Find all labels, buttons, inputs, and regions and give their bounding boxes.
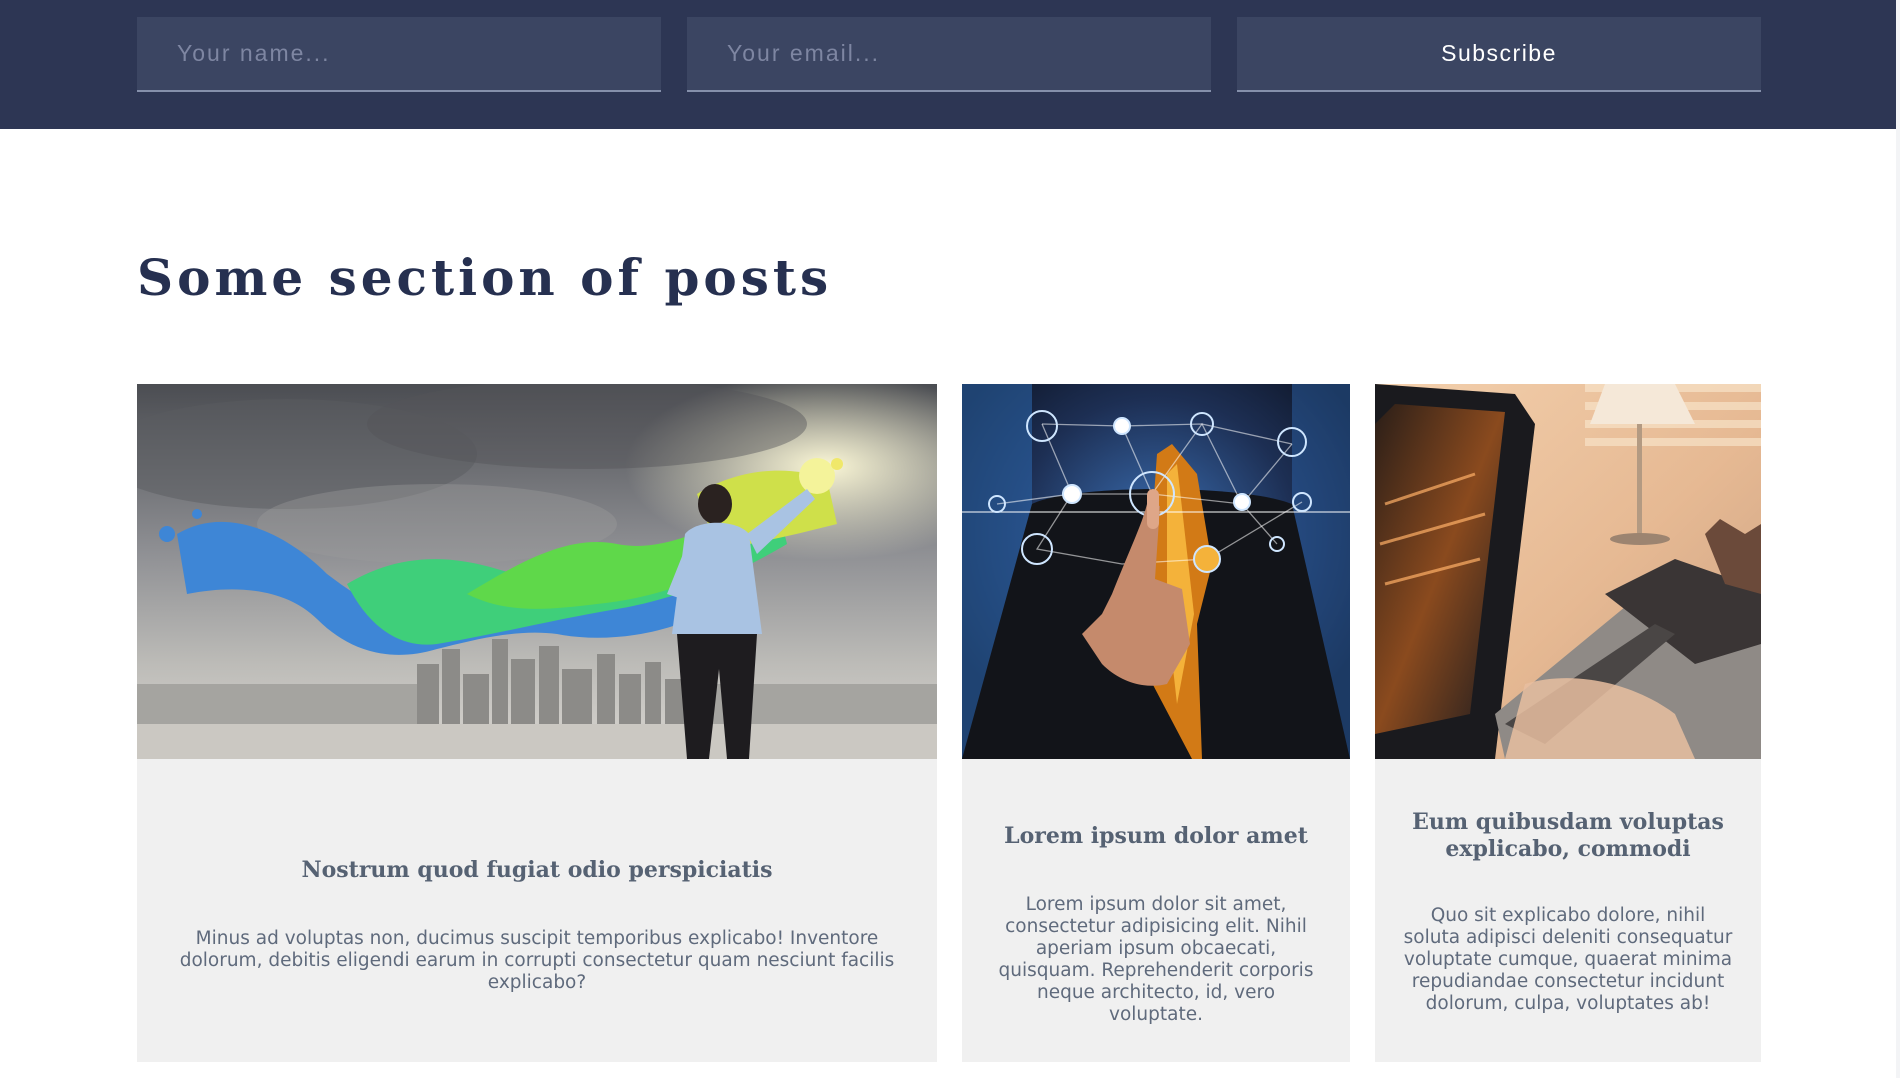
post-body: Eum quibusdam voluptas explicabo, commod…	[1375, 759, 1761, 1062]
post-image[interactable]	[137, 384, 937, 759]
post-card[interactable]: Lorem ipsum dolor amet Lorem ipsum dolor…	[962, 384, 1350, 1062]
post-excerpt: Quo sit explicabo dolore, nihil soluta a…	[1403, 905, 1733, 1014]
post-card[interactable]: Eum quibusdam voluptas explicabo, commod…	[1375, 384, 1761, 1062]
subscribe-button[interactable]: Subscribe	[1237, 17, 1761, 92]
post-body: Lorem ipsum dolor amet Lorem ipsum dolor…	[962, 759, 1350, 1062]
subscribe-band: Subscribe	[0, 0, 1896, 129]
page: Subscribe Some section of posts	[0, 0, 1900, 1078]
network-touch-image	[962, 384, 1350, 759]
post-body: Nostrum quod fugiat odio perspiciatis Mi…	[137, 759, 937, 1062]
post-card[interactable]: Nostrum quod fugiat odio perspiciatis Mi…	[137, 384, 937, 1062]
name-input[interactable]	[137, 17, 661, 92]
post-title[interactable]: Lorem ipsum dolor amet	[1004, 823, 1308, 850]
section-title: Some section of posts	[137, 248, 833, 307]
post-title[interactable]: Eum quibusdam voluptas explicabo, commod…	[1403, 809, 1733, 863]
scrollbar[interactable]	[1896, 0, 1900, 1078]
post-title[interactable]: Nostrum quod fugiat odio perspiciatis	[302, 857, 773, 884]
post-excerpt: Minus ad voluptas non, ducimus suscipit …	[179, 928, 895, 993]
email-input[interactable]	[687, 17, 1211, 92]
laptop-tablet-image	[1375, 384, 1761, 759]
post-image[interactable]	[962, 384, 1350, 759]
post-excerpt: Lorem ipsum dolor sit amet, consectetur …	[998, 894, 1314, 1025]
post-image[interactable]	[1375, 384, 1761, 759]
color-splash-image	[137, 384, 937, 759]
